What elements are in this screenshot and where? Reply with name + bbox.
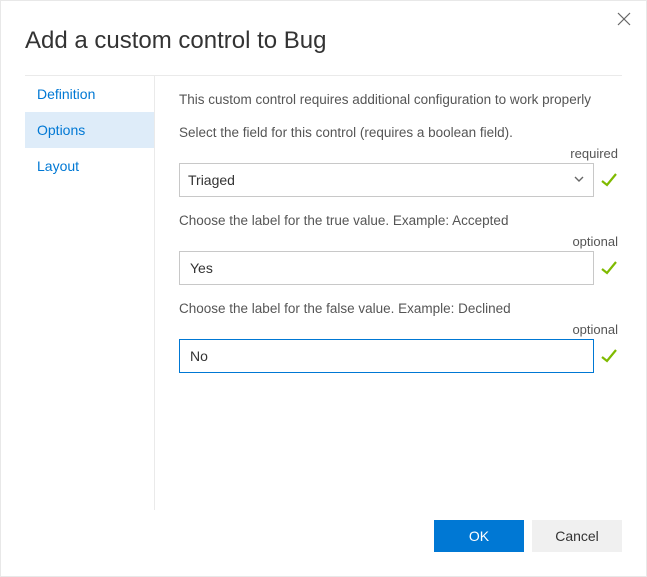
true-value-input[interactable] [179,251,594,285]
cancel-button[interactable]: Cancel [532,520,622,552]
checkmark-icon [600,259,618,277]
close-icon [617,12,631,31]
true-value-indicator: optional [179,234,618,249]
field-select-value: Triaged [188,172,235,188]
sidebar-item-label: Options [37,122,85,138]
chevron-down-icon [573,172,585,188]
field-select-label: Select the field for this control (requi… [179,125,618,140]
sidebar-item-options[interactable]: Options [25,112,154,148]
sidebar: Definition Options Layout [25,75,155,510]
field-select-indicator: required [179,146,618,161]
checkmark-icon [600,171,618,189]
intro-text: This custom control requires additional … [179,92,618,107]
ok-button[interactable]: OK [434,520,524,552]
options-panel: This custom control requires additional … [155,75,622,510]
false-value-indicator: optional [179,322,618,337]
close-button[interactable] [612,9,636,33]
false-value-input[interactable] [179,339,594,373]
dialog-content: Definition Options Layout This custom co… [1,75,646,510]
dialog-footer: OK Cancel [434,520,622,552]
sidebar-item-layout[interactable]: Layout [25,148,154,184]
dialog-title: Add a custom control to Bug [25,27,622,55]
sidebar-item-label: Definition [37,86,95,102]
sidebar-item-label: Layout [37,158,79,174]
sidebar-item-definition[interactable]: Definition [25,76,154,112]
true-value-label: Choose the label for the true value. Exa… [179,213,618,228]
checkmark-icon [600,347,618,365]
dialog-header: Add a custom control to Bug [1,1,646,75]
false-value-label: Choose the label for the false value. Ex… [179,301,618,316]
field-select-dropdown[interactable]: Triaged [179,163,594,197]
